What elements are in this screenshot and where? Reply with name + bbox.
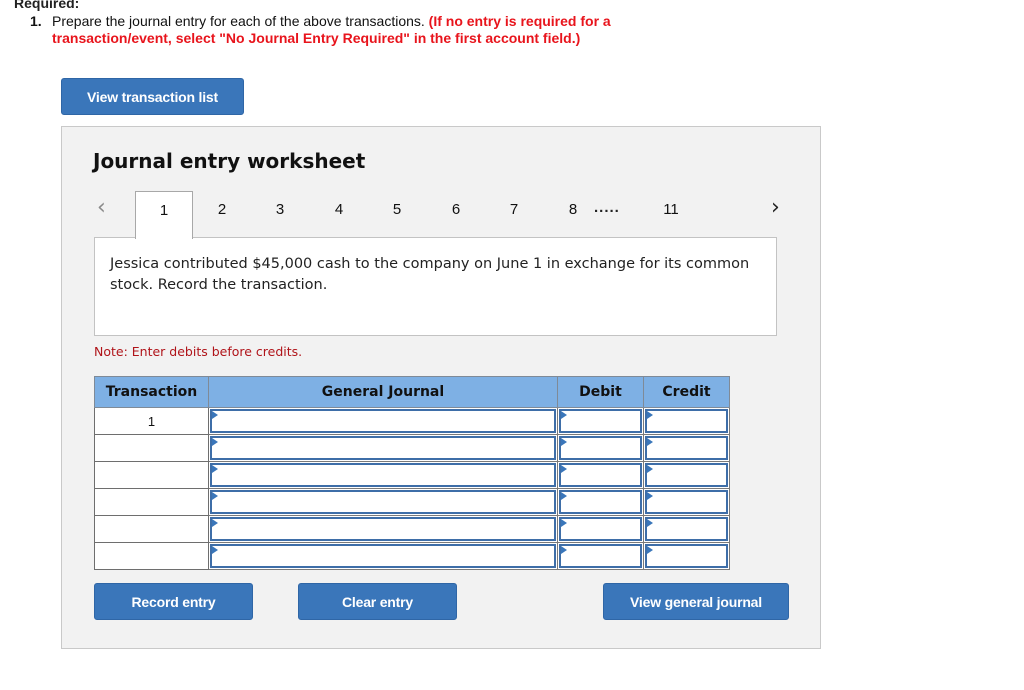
transaction-description: Jessica contributed $45,000 cash to the … xyxy=(94,237,777,336)
dropdown-marker-icon xyxy=(647,411,653,419)
debit-input[interactable] xyxy=(559,463,642,487)
instruction: 1. Prepare the journal entry for each of … xyxy=(30,13,740,47)
tab-7[interactable]: 7 xyxy=(499,197,529,223)
dropdown-marker-icon xyxy=(212,519,218,527)
dropdown-marker-icon xyxy=(647,519,653,527)
debit-input[interactable] xyxy=(559,409,642,433)
dropdown-marker-icon xyxy=(561,519,567,527)
credit-input[interactable] xyxy=(645,463,728,487)
account-input-cell xyxy=(208,461,558,489)
credit-input-cell xyxy=(643,515,730,543)
debit-input-cell xyxy=(557,515,644,543)
tab-5[interactable]: 5 xyxy=(382,197,412,223)
debit-input-cell xyxy=(557,461,644,489)
credit-input[interactable] xyxy=(645,517,728,541)
journal-table-header-row: Transaction General Journal Debit Credit xyxy=(94,376,730,408)
transaction-number-cell xyxy=(94,488,209,516)
account-input-cell xyxy=(208,515,558,543)
debit-input-cell xyxy=(557,434,644,462)
journal-row xyxy=(94,461,730,489)
dropdown-marker-icon xyxy=(561,546,567,554)
instruction-text: Prepare the journal entry for each of th… xyxy=(52,13,425,29)
account-input-cell xyxy=(208,542,558,570)
instruction-note-line2: transaction/event, select "No Journal En… xyxy=(52,30,581,46)
dropdown-marker-icon xyxy=(647,492,653,500)
debit-input[interactable] xyxy=(559,436,642,460)
tab-8[interactable]: 8 xyxy=(558,197,588,223)
dropdown-marker-icon xyxy=(647,546,653,554)
debit-input-cell xyxy=(557,542,644,570)
debits-before-credits-note: Note: Enter debits before credits. xyxy=(94,344,303,359)
instruction-note-line1: (If no entry is required for a xyxy=(428,13,611,29)
account-input[interactable] xyxy=(210,544,556,568)
account-input[interactable] xyxy=(210,409,556,433)
header-transaction: Transaction xyxy=(94,376,209,408)
tab-4[interactable]: 4 xyxy=(324,197,354,223)
header-credit: Credit xyxy=(643,376,730,408)
account-input-cell xyxy=(208,407,558,435)
credit-input[interactable] xyxy=(645,436,728,460)
required-heading: Required: xyxy=(14,0,80,11)
view-transaction-list-button[interactable]: View transaction list xyxy=(61,78,244,115)
transaction-number-cell: 1 xyxy=(94,407,209,435)
account-input[interactable] xyxy=(210,463,556,487)
dropdown-marker-icon xyxy=(561,492,567,500)
item-number: 1. xyxy=(30,13,42,29)
tab-3[interactable]: 3 xyxy=(265,197,295,223)
journal-entry-worksheet-panel: Journal entry worksheet ‹ 1 2 3 4 5 6 7 … xyxy=(61,126,821,649)
dropdown-marker-icon xyxy=(647,438,653,446)
account-input-cell xyxy=(208,488,558,516)
tab-1[interactable]: 1 xyxy=(135,191,193,239)
view-general-journal-button[interactable]: View general journal xyxy=(603,583,789,620)
journal-row xyxy=(94,488,730,516)
tab-6[interactable]: 6 xyxy=(441,197,471,223)
transaction-number-cell xyxy=(94,542,209,570)
worksheet-title: Journal entry worksheet xyxy=(93,149,366,173)
dropdown-marker-icon xyxy=(212,465,218,473)
account-input-cell xyxy=(208,434,558,462)
header-debit: Debit xyxy=(557,376,644,408)
record-entry-button[interactable]: Record entry xyxy=(94,583,253,620)
transaction-number-cell xyxy=(94,434,209,462)
dropdown-marker-icon xyxy=(212,411,218,419)
account-input[interactable] xyxy=(210,517,556,541)
debit-input[interactable] xyxy=(559,544,642,568)
journal-row xyxy=(94,542,730,570)
credit-input-cell xyxy=(643,434,730,462)
journal-row xyxy=(94,434,730,462)
chevron-right-icon[interactable]: › xyxy=(771,197,780,219)
dropdown-marker-icon xyxy=(561,411,567,419)
dropdown-marker-icon xyxy=(212,546,218,554)
credit-input[interactable] xyxy=(645,544,728,568)
credit-input-cell xyxy=(643,542,730,570)
credit-input[interactable] xyxy=(645,490,728,514)
tab-11[interactable]: 11 xyxy=(656,197,686,223)
dropdown-marker-icon xyxy=(561,465,567,473)
transaction-number-cell xyxy=(94,515,209,543)
dropdown-marker-icon xyxy=(647,465,653,473)
clear-entry-button[interactable]: Clear entry xyxy=(298,583,457,620)
credit-input[interactable] xyxy=(645,409,728,433)
tab-ellipsis: ..... xyxy=(594,199,620,216)
journal-row: 1 xyxy=(94,407,730,435)
credit-input-cell xyxy=(643,488,730,516)
credit-input-cell xyxy=(643,461,730,489)
header-general-journal: General Journal xyxy=(208,376,558,408)
transaction-number-cell xyxy=(94,461,209,489)
account-input[interactable] xyxy=(210,490,556,514)
account-input[interactable] xyxy=(210,436,556,460)
chevron-left-icon[interactable]: ‹ xyxy=(97,197,106,219)
debit-input-cell xyxy=(557,407,644,435)
dropdown-marker-icon xyxy=(561,438,567,446)
debit-input[interactable] xyxy=(559,517,642,541)
journal-table: Transaction General Journal Debit Credit… xyxy=(94,376,730,570)
tab-2[interactable]: 2 xyxy=(207,197,237,223)
debit-input[interactable] xyxy=(559,490,642,514)
debit-input-cell xyxy=(557,488,644,516)
dropdown-marker-icon xyxy=(212,492,218,500)
credit-input-cell xyxy=(643,407,730,435)
journal-row xyxy=(94,515,730,543)
dropdown-marker-icon xyxy=(212,438,218,446)
